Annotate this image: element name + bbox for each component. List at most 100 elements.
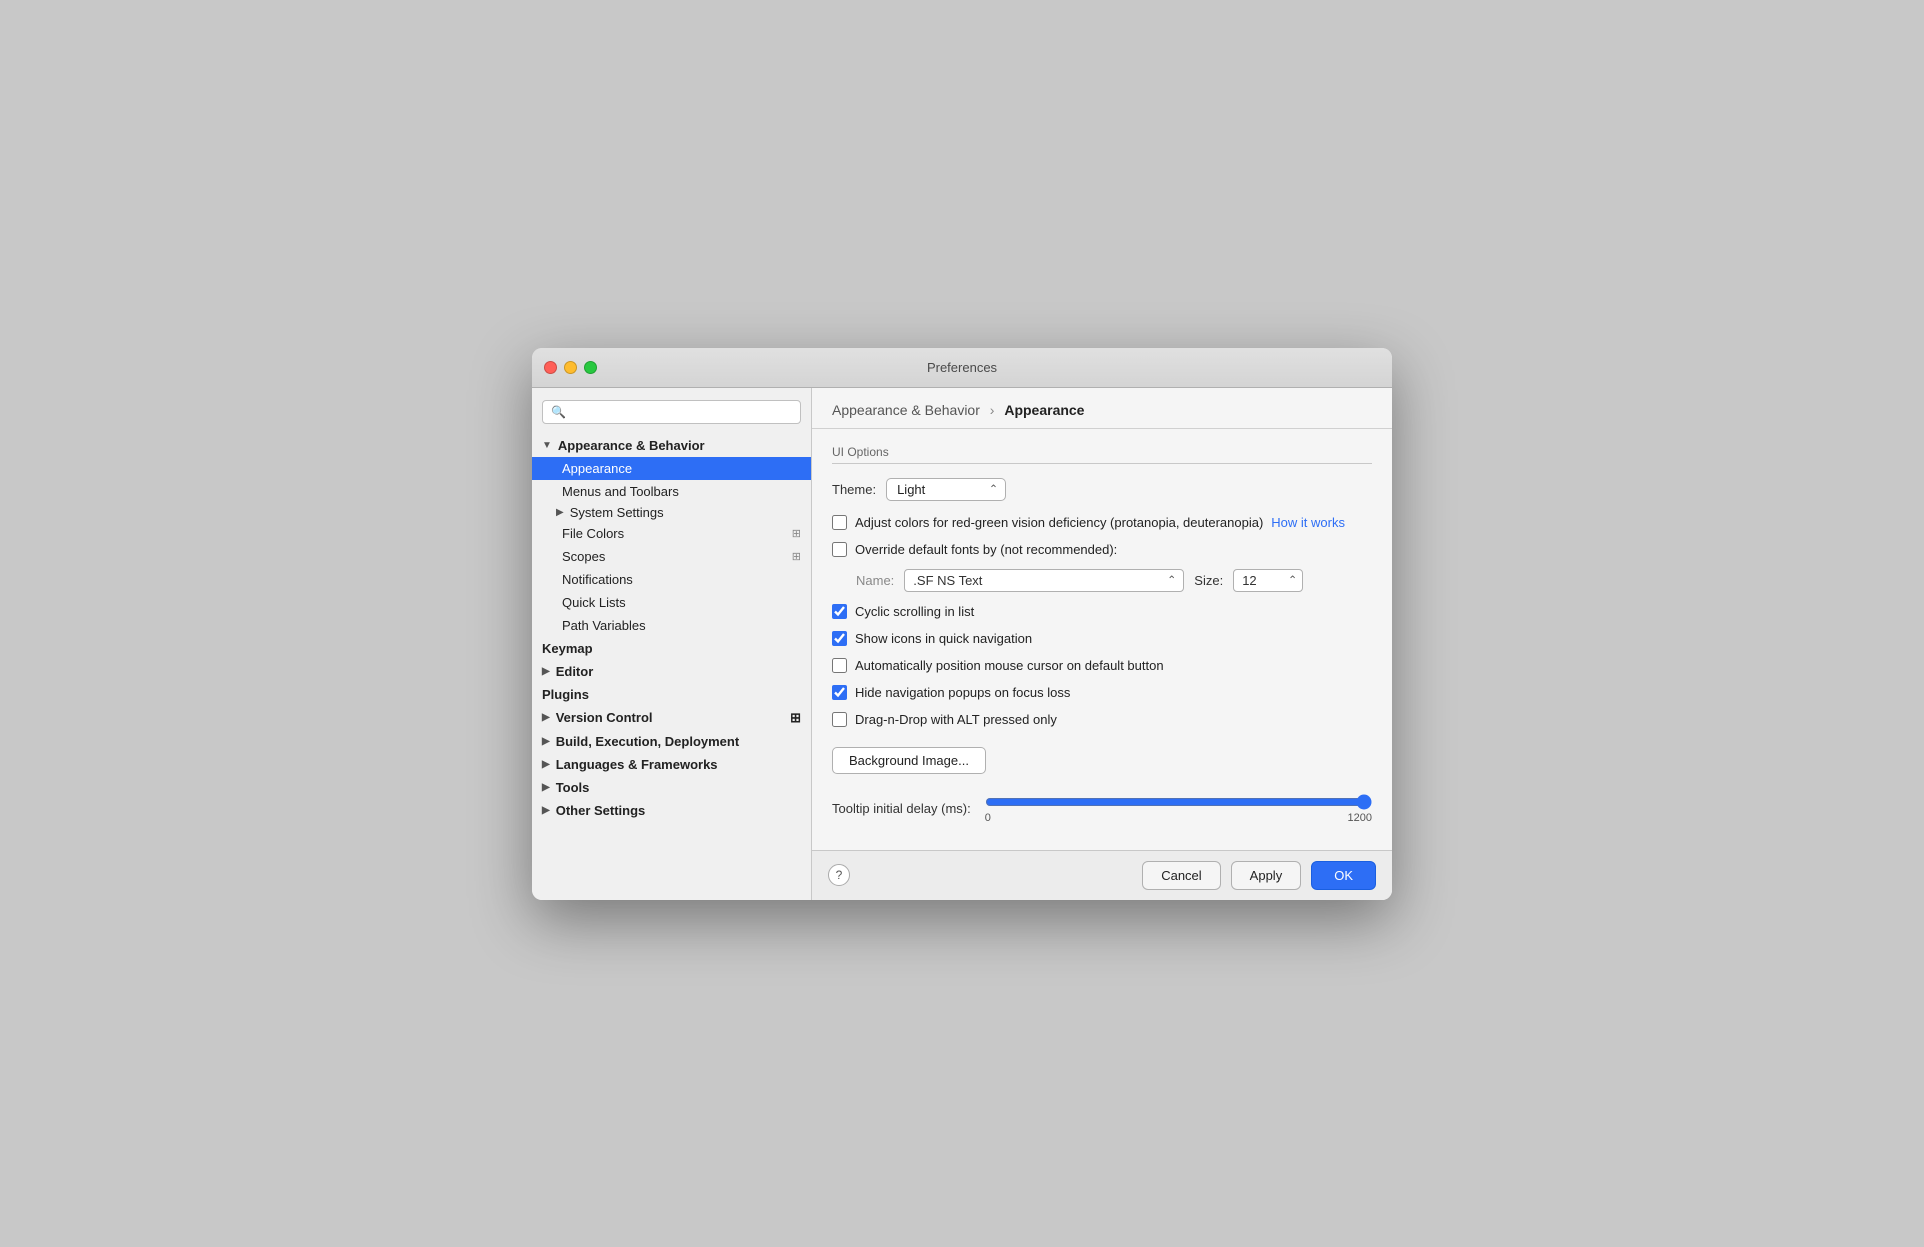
search-bar[interactable] — [542, 400, 801, 424]
sidebar-item-other-settings[interactable]: ▶ Other Settings — [532, 799, 811, 822]
tooltip-row: Tooltip initial delay (ms): 0 1200 — [832, 794, 1372, 824]
expand-arrow-icon: ▼ — [542, 440, 552, 451]
slider-labels: 0 1200 — [985, 812, 1372, 824]
auto-mouse-label: Automatically position mouse cursor on d… — [855, 658, 1164, 673]
slider-max-label: 1200 — [1348, 812, 1372, 824]
sidebar-item-tools[interactable]: ▶ Tools — [532, 776, 811, 799]
how-it-works-link[interactable]: How it works — [1271, 515, 1345, 530]
settings-area: UI Options Theme: Light Darcula High con… — [812, 429, 1392, 850]
sidebar-item-label: Scopes — [562, 549, 605, 564]
cancel-button[interactable]: Cancel — [1142, 861, 1220, 890]
override-fonts-checkbox[interactable] — [832, 542, 847, 557]
apply-button[interactable]: Apply — [1231, 861, 1302, 890]
sidebar-item-build[interactable]: ▶ Build, Execution, Deployment — [532, 730, 811, 753]
sidebar-section-label: Other Settings — [556, 803, 646, 818]
sidebar-item-label: File Colors — [562, 526, 624, 541]
minimize-button[interactable] — [564, 361, 577, 374]
section-title: UI Options — [832, 445, 1372, 464]
slider-min-label: 0 — [985, 812, 991, 824]
window-body: ▼ Appearance & Behavior Appearance Menus… — [532, 388, 1392, 900]
theme-select-wrapper[interactable]: Light Darcula High contrast ⌃ — [886, 478, 1006, 501]
title-bar: Preferences — [532, 348, 1392, 388]
sidebar-item-scopes[interactable]: Scopes ⊞ — [532, 545, 811, 568]
show-icons-checkbox[interactable] — [832, 631, 847, 646]
sidebar-section-label: Version Control — [556, 710, 653, 725]
breadcrumb-current: Appearance — [1004, 402, 1084, 418]
window-controls — [544, 361, 597, 374]
hide-nav-row: Hide navigation popups on focus loss — [832, 685, 1372, 700]
breadcrumb-separator: › — [990, 402, 995, 418]
drag-drop-checkbox[interactable] — [832, 712, 847, 727]
size-select-wrapper[interactable]: 12 10 11 13 14 ⌃ — [1233, 569, 1303, 592]
tooltip-delay-slider[interactable] — [985, 794, 1372, 810]
sidebar-item-label: Path Variables — [562, 618, 646, 633]
color-blind-checkbox[interactable] — [832, 515, 847, 530]
expand-arrow-icon: ▶ — [542, 759, 550, 770]
sidebar-item-keymap[interactable]: Keymap — [532, 637, 811, 660]
footer-right: Cancel Apply OK — [1142, 861, 1376, 890]
footer: ? Cancel Apply OK — [812, 850, 1392, 900]
cyclic-scrolling-checkbox[interactable] — [832, 604, 847, 619]
font-size-select[interactable]: 12 10 11 13 14 — [1233, 569, 1303, 592]
help-button[interactable]: ? — [828, 864, 850, 886]
copy-icon: ⊞ — [790, 710, 801, 726]
close-button[interactable] — [544, 361, 557, 374]
auto-mouse-checkbox[interactable] — [832, 658, 847, 673]
sidebar-section-label: Tools — [556, 780, 590, 795]
main-content: Appearance & Behavior › Appearance UI Op… — [812, 388, 1392, 900]
hide-nav-label: Hide navigation popups on focus loss — [855, 685, 1070, 700]
theme-row: Theme: Light Darcula High contrast ⌃ — [832, 478, 1372, 501]
bg-image-wrapper: Background Image... — [832, 739, 1372, 794]
sidebar-item-plugins[interactable]: Plugins — [532, 683, 811, 706]
ok-button[interactable]: OK — [1311, 861, 1376, 890]
sidebar-section-label: Build, Execution, Deployment — [556, 734, 739, 749]
preferences-window: Preferences ▼ Appearance & Behavior Appe… — [532, 348, 1392, 900]
copy-icon: ⊞ — [792, 550, 801, 563]
footer-left: ? — [828, 864, 850, 886]
sidebar-item-appearance-behavior[interactable]: ▼ Appearance & Behavior — [532, 434, 811, 457]
sidebar-item-notifications[interactable]: Notifications — [532, 568, 811, 591]
expand-arrow-icon: ▶ — [542, 736, 550, 747]
font-select-wrapper[interactable]: .SF NS Text ⌃ — [904, 569, 1184, 592]
cyclic-scrolling-label: Cyclic scrolling in list — [855, 604, 974, 619]
sidebar-item-menus-toolbars[interactable]: Menus and Toolbars — [532, 480, 811, 503]
override-fonts-row: Override default fonts by (not recommend… — [832, 542, 1372, 557]
search-input[interactable] — [542, 400, 801, 424]
sidebar-item-path-variables[interactable]: Path Variables — [532, 614, 811, 637]
color-blind-row: Adjust colors for red-green vision defic… — [832, 515, 1372, 530]
slider-wrapper: 0 1200 — [985, 794, 1372, 824]
sidebar-section-label: Languages & Frameworks — [556, 757, 718, 772]
sidebar-section-label: Plugins — [542, 687, 589, 702]
sidebar: ▼ Appearance & Behavior Appearance Menus… — [532, 388, 812, 900]
expand-arrow-icon: ▶ — [542, 712, 550, 723]
sidebar-item-system-settings[interactable]: ▶ System Settings — [532, 503, 811, 522]
sidebar-item-label: Notifications — [562, 572, 633, 587]
maximize-button[interactable] — [584, 361, 597, 374]
background-image-button[interactable]: Background Image... — [832, 747, 986, 774]
sidebar-item-editor[interactable]: ▶ Editor — [532, 660, 811, 683]
tooltip-label: Tooltip initial delay (ms): — [832, 801, 971, 816]
drag-drop-label: Drag-n-Drop with ALT pressed only — [855, 712, 1057, 727]
sidebar-item-quick-lists[interactable]: Quick Lists — [532, 591, 811, 614]
hide-nav-checkbox[interactable] — [832, 685, 847, 700]
expand-arrow-icon: ▶ — [556, 507, 564, 518]
sidebar-item-label: Menus and Toolbars — [562, 484, 679, 499]
font-row: Name: .SF NS Text ⌃ Size: 12 10 11 1 — [856, 569, 1372, 592]
breadcrumb-parent: Appearance & Behavior — [832, 402, 980, 418]
sidebar-item-label: Appearance — [562, 461, 632, 476]
drag-drop-row: Drag-n-Drop with ALT pressed only — [832, 712, 1372, 727]
font-size-label: Size: — [1194, 573, 1223, 588]
font-name-label: Name: — [856, 573, 894, 588]
sidebar-section-label: Keymap — [542, 641, 593, 656]
sidebar-item-file-colors[interactable]: File Colors ⊞ — [532, 522, 811, 545]
theme-select[interactable]: Light Darcula High contrast — [886, 478, 1006, 501]
sidebar-section-label: Appearance & Behavior — [558, 438, 705, 453]
sidebar-item-label: Quick Lists — [562, 595, 626, 610]
font-name-select[interactable]: .SF NS Text — [904, 569, 1184, 592]
sidebar-item-appearance[interactable]: Appearance — [532, 457, 811, 480]
theme-label: Theme: — [832, 482, 876, 497]
sidebar-item-languages[interactable]: ▶ Languages & Frameworks — [532, 753, 811, 776]
sidebar-item-version-control[interactable]: ▶ Version Control ⊞ — [532, 706, 811, 730]
auto-mouse-row: Automatically position mouse cursor on d… — [832, 658, 1372, 673]
expand-arrow-icon: ▶ — [542, 805, 550, 816]
